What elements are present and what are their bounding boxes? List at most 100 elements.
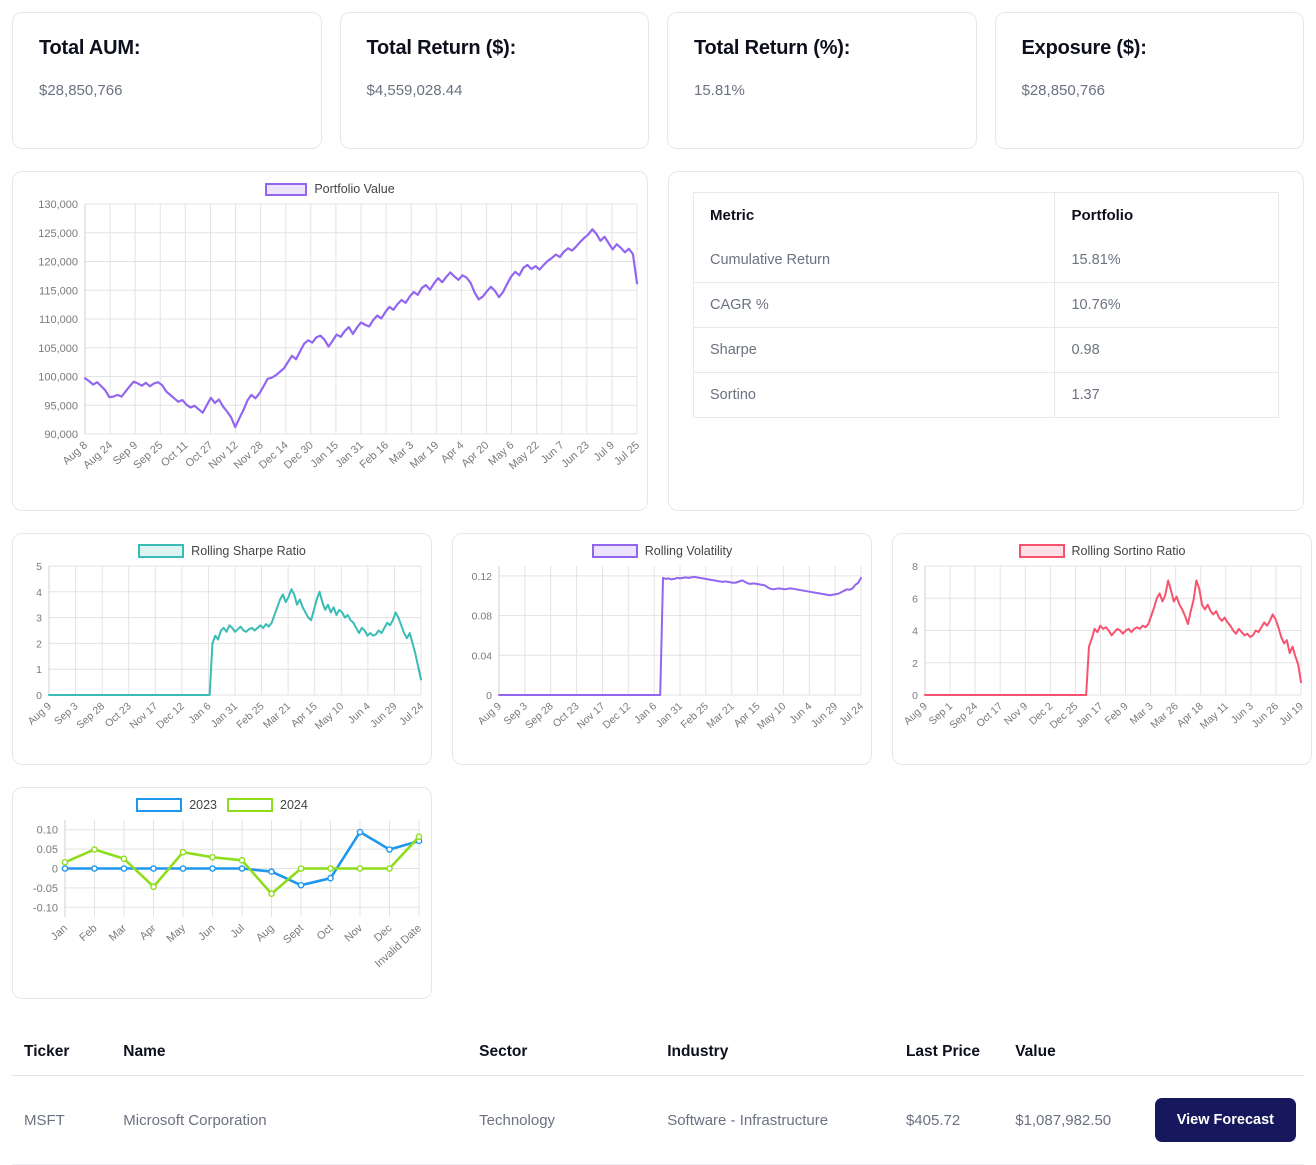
mid-row: Portfolio Value 90,000 95,000 100,000 105,0… [0,149,1316,511]
portfolio-value-plot: 90,000 95,000 100,000 105,000 110,000 115,000… [38,199,642,472]
metric-name: Sortino [693,372,1056,418]
svg-text:Aug 9: Aug 9 [902,700,931,727]
table-row: Cumulative Return 15.81% [693,238,1279,283]
legend-swatch-icon [138,544,185,558]
svg-text:0.05: 0.05 [37,844,58,856]
svg-text:Jul 24: Jul 24 [397,700,426,728]
metric-value: 10.76% [1054,282,1279,328]
svg-text:Oct 17: Oct 17 [974,700,1005,730]
legend-label: Rolling Sortino Ratio [1071,544,1186,558]
legend-swatch-icon [591,544,638,558]
kpi-value: $4,559,028.44 [366,82,463,99]
svg-text:120,000: 120,000 [38,257,78,269]
svg-text:1: 1 [36,664,42,676]
view-forecast-button[interactable]: View Forecast [1154,1098,1296,1142]
svg-text:0.12: 0.12 [472,571,493,583]
svg-text:Apr 20: Apr 20 [459,439,491,470]
col-header-portfolio: Portfolio [1071,207,1134,224]
svg-text:May: May [165,922,189,945]
metric-name: Sharpe [693,327,1056,373]
svg-text:105,000: 105,000 [38,343,78,355]
svg-text:6: 6 [912,593,918,605]
col-header-value: Value [1003,1033,1143,1076]
svg-text:0: 0 [912,690,918,702]
legend-swatch-icon [136,798,183,812]
legend-item[interactable]: Rolling Volatility [591,544,733,558]
holdings-section: Ticker Name Sector Industry Last Price V… [0,1033,1316,1165]
metrics-table: Metric Portfolio Cumulative Return 15.81… [693,192,1279,418]
svg-text:115,000: 115,000 [39,285,78,297]
svg-text:Jul 24: Jul 24 [837,700,866,728]
legend-swatch-icon [1018,544,1065,558]
metric-value: 15.81% [1054,238,1279,283]
svg-text:Feb 16: Feb 16 [358,439,391,471]
table-header-row: Ticker Name Sector Industry Last Price V… [12,1033,1304,1076]
svg-text:Nov 17: Nov 17 [575,700,608,731]
portfolio-value-chart-card: Portfolio Value 90,000 95,000 100,000 105,0… [12,171,648,511]
svg-text:Jan 17: Jan 17 [1074,700,1106,730]
cell-actions: View Forecast [1142,1075,1304,1165]
svg-text:110,000: 110,000 [39,314,78,326]
svg-text:Dec: Dec [372,922,395,944]
metrics-table-card: Metric Portfolio Cumulative Return 15.81… [668,171,1304,511]
rolling-sharpe-plot: 012345Aug 9Sep 3Sep 28Oct 23Nov 17Dec 12… [26,561,427,732]
svg-text:3: 3 [36,613,42,625]
svg-text:8: 8 [912,561,918,573]
metric-name: CAGR % [693,282,1056,328]
svg-text:Mar 21: Mar 21 [261,700,293,731]
legend-item[interactable]: Rolling Sharpe Ratio [138,544,306,558]
metric-value: 0.98 [1054,327,1279,373]
legend-label: Rolling Volatility [644,544,733,558]
kpi-title: Exposure ($): [1021,37,1147,59]
cell-name: Microsoft Corporation [111,1075,468,1165]
svg-text:95,000: 95,000 [44,400,78,412]
svg-text:Mar 19: Mar 19 [408,439,441,471]
cell-sector: Technology [467,1075,656,1165]
table-row: MSFT Microsoft Corporation Technology So… [12,1075,1304,1165]
svg-text:Nov 17: Nov 17 [128,700,161,731]
svg-text:Jun 29: Jun 29 [368,700,400,730]
svg-text:Mar 21: Mar 21 [704,700,736,731]
svg-text:Sep 28: Sep 28 [523,700,556,731]
svg-text:Aug: Aug [254,922,277,944]
legend-item[interactable]: Portfolio Value [265,182,395,196]
svg-text:Feb 25: Feb 25 [234,700,266,731]
svg-text:Sep 28: Sep 28 [74,700,107,731]
svg-text:Jun 26: Jun 26 [1249,700,1281,730]
col-header-ticker: Ticker [12,1033,112,1076]
svg-text:0.10: 0.10 [37,825,58,837]
cell-last-price: $405.72 [893,1075,1004,1165]
svg-text:Sep 24: Sep 24 [947,700,980,731]
monthly-returns-chart-card: 2023 2024 0.10 0.05 0 -0.05 -0.10 Jan Feb Mar Ap… [12,787,432,999]
cell-industry: Software - Infrastructure [655,1075,894,1165]
svg-text:Aug 9: Aug 9 [476,700,505,727]
svg-text:Sept: Sept [281,922,306,946]
legend-item-2024[interactable]: 2024 [227,798,308,812]
svg-text:0.08: 0.08 [472,611,493,623]
svg-text:May 11: May 11 [1198,700,1231,732]
metric-name: Cumulative Return [693,238,1056,283]
table-header-row: Metric Portfolio [693,192,1279,238]
svg-text:0: 0 [36,690,42,702]
svg-text:Feb: Feb [77,922,99,944]
legend-item[interactable]: Rolling Sortino Ratio [1018,544,1186,558]
col-header-last-price: Last Price [893,1033,1004,1076]
kpi-title: Total Return (%): [694,37,851,59]
svg-text:Jan 31: Jan 31 [209,700,241,730]
kpi-title: Total AUM: [39,37,141,59]
svg-text:May 10: May 10 [313,700,347,732]
rolling-sharpe-chart-card: Rolling Sharpe Ratio 0 1 2 3 4 5 Aug 9 Sep 3 Sep… [12,533,432,765]
legend-item-2023[interactable]: 2023 [136,798,217,812]
svg-text:Apr: Apr [138,922,159,943]
svg-text:Aug 9: Aug 9 [26,700,55,727]
svg-text:-0.10: -0.10 [33,902,58,914]
rolling-sortino-chart-card: Rolling Sortino Ratio 0 2 4 6 8 Aug 9 Sep 1 Sep… [892,533,1312,765]
table-row: CAGR % 10.76% [693,282,1279,328]
col-header-name: Name [111,1033,468,1076]
cell-ticker: MSFT [12,1075,112,1165]
metric-value: 1.37 [1071,387,1100,403]
svg-text:Jan 31: Jan 31 [654,700,686,730]
svg-text:-0.05: -0.05 [33,883,58,895]
svg-text:5: 5 [36,561,42,573]
kpi-value: $28,850,766 [39,82,123,99]
